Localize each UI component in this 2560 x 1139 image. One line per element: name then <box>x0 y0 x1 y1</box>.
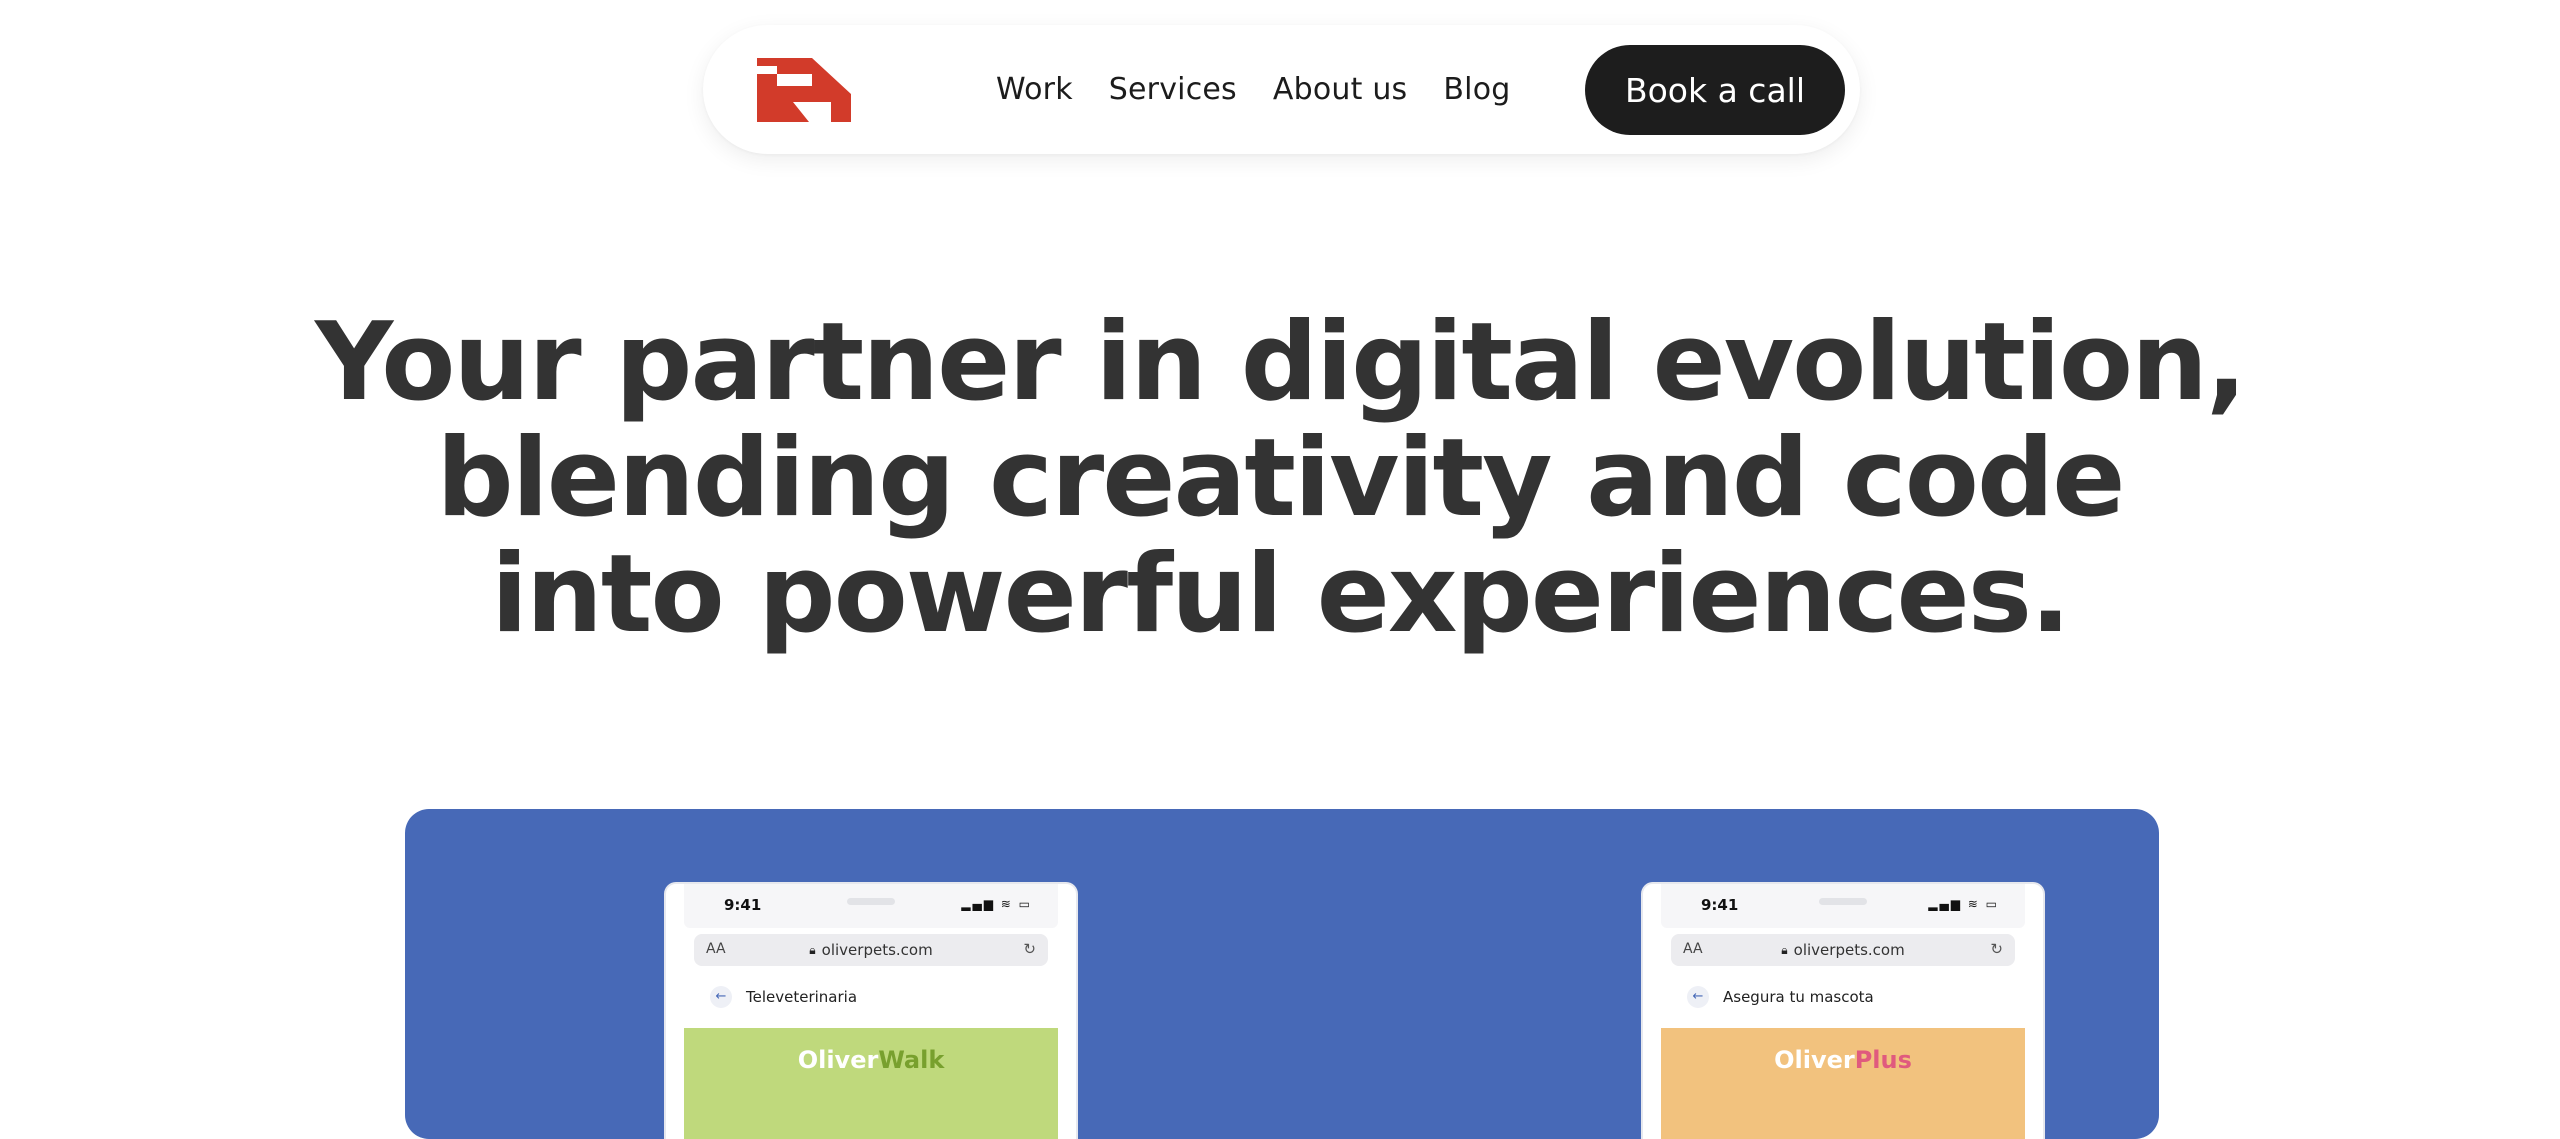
signal-wifi-battery-icon: ▂▄▆ ≋ ▭ <box>1928 897 1999 911</box>
phone-status-bar: 9:41 ▂▄▆ ≋ ▭ <box>1661 884 2025 928</box>
status-time: 9:41 <box>724 896 762 914</box>
hero-line-3: into powerful experiences. <box>490 532 2071 657</box>
url-text: oliverpets.com <box>1793 941 1905 959</box>
text-size-label: AA <box>706 941 726 957</box>
brand-main: Oliver <box>1774 1046 1855 1074</box>
browser-url-bar: AA 🔒︎ oliverpets.com ↻ <box>694 934 1048 966</box>
phone-status-bar: 9:41 ▂▄▆ ≋ ▭ <box>684 884 1058 928</box>
phone-mockup-oliverplus: 9:41 ▂▄▆ ≋ ▭ AA 🔒︎ oliverpets.com ↻ ← As… <box>1641 882 2045 1139</box>
browser-url-bar: AA 🔒︎ oliverpets.com ↻ <box>1671 934 2015 966</box>
nav-link-blog[interactable]: Blog <box>1443 72 1510 107</box>
hero-heading: Your partner in digital evolution, blend… <box>0 305 2560 653</box>
nav-link-about-us[interactable]: About us <box>1273 72 1407 107</box>
project-showcase: 9:41 ▂▄▆ ≋ ▭ AA 🔒︎ oliverpets.com ↻ ← Te… <box>405 809 2159 1139</box>
notch <box>1819 898 1867 905</box>
notch <box>847 898 895 905</box>
text-size-label: AA <box>1683 941 1703 957</box>
status-time: 9:41 <box>1701 896 1739 914</box>
book-a-call-button[interactable]: Book a call <box>1585 45 1845 135</box>
url-text: oliverpets.com <box>821 941 933 959</box>
hero-line-1: Your partner in digital evolution, <box>314 300 2247 425</box>
lock-icon: 🔒︎ <box>1781 942 1788 957</box>
brand-suffix: Walk <box>878 1046 945 1074</box>
brand-main: Oliver <box>797 1046 879 1074</box>
hero-line-2: blending creativity and code <box>436 416 2125 541</box>
brand-suffix: Plus <box>1854 1046 1912 1074</box>
brand-banner: Oliver Walk <box>684 1028 1058 1139</box>
brand-banner: Oliver Plus <box>1661 1028 2025 1139</box>
phone-mockup-oliverwalk: 9:41 ▂▄▆ ≋ ▭ AA 🔒︎ oliverpets.com ↻ ← Te… <box>664 882 1078 1139</box>
back-arrow-icon: ← <box>1687 986 1709 1008</box>
page-header: ← Asegura tu mascota <box>1661 966 2025 1028</box>
page-header: ← Televeterinaria <box>684 966 1058 1028</box>
reload-icon: ↻ <box>1990 940 2003 958</box>
page-title: Asegura tu mascota <box>1723 988 1874 1006</box>
top-navigation: Work Services About us Blog Book a call <box>703 25 1860 154</box>
back-arrow-icon: ← <box>710 986 732 1008</box>
page-title: Televeterinaria <box>746 988 858 1006</box>
nav-link-services[interactable]: Services <box>1109 72 1237 107</box>
lock-icon: 🔒︎ <box>809 942 816 957</box>
nav-link-work[interactable]: Work <box>996 72 1073 107</box>
hero-section: Your partner in digital evolution, blend… <box>0 305 2560 653</box>
signal-wifi-battery-icon: ▂▄▆ ≋ ▭ <box>961 897 1032 911</box>
nav-links: Work Services About us Blog <box>996 25 1511 154</box>
reload-icon: ↻ <box>1023 940 1036 958</box>
logo-icon[interactable] <box>757 58 851 122</box>
